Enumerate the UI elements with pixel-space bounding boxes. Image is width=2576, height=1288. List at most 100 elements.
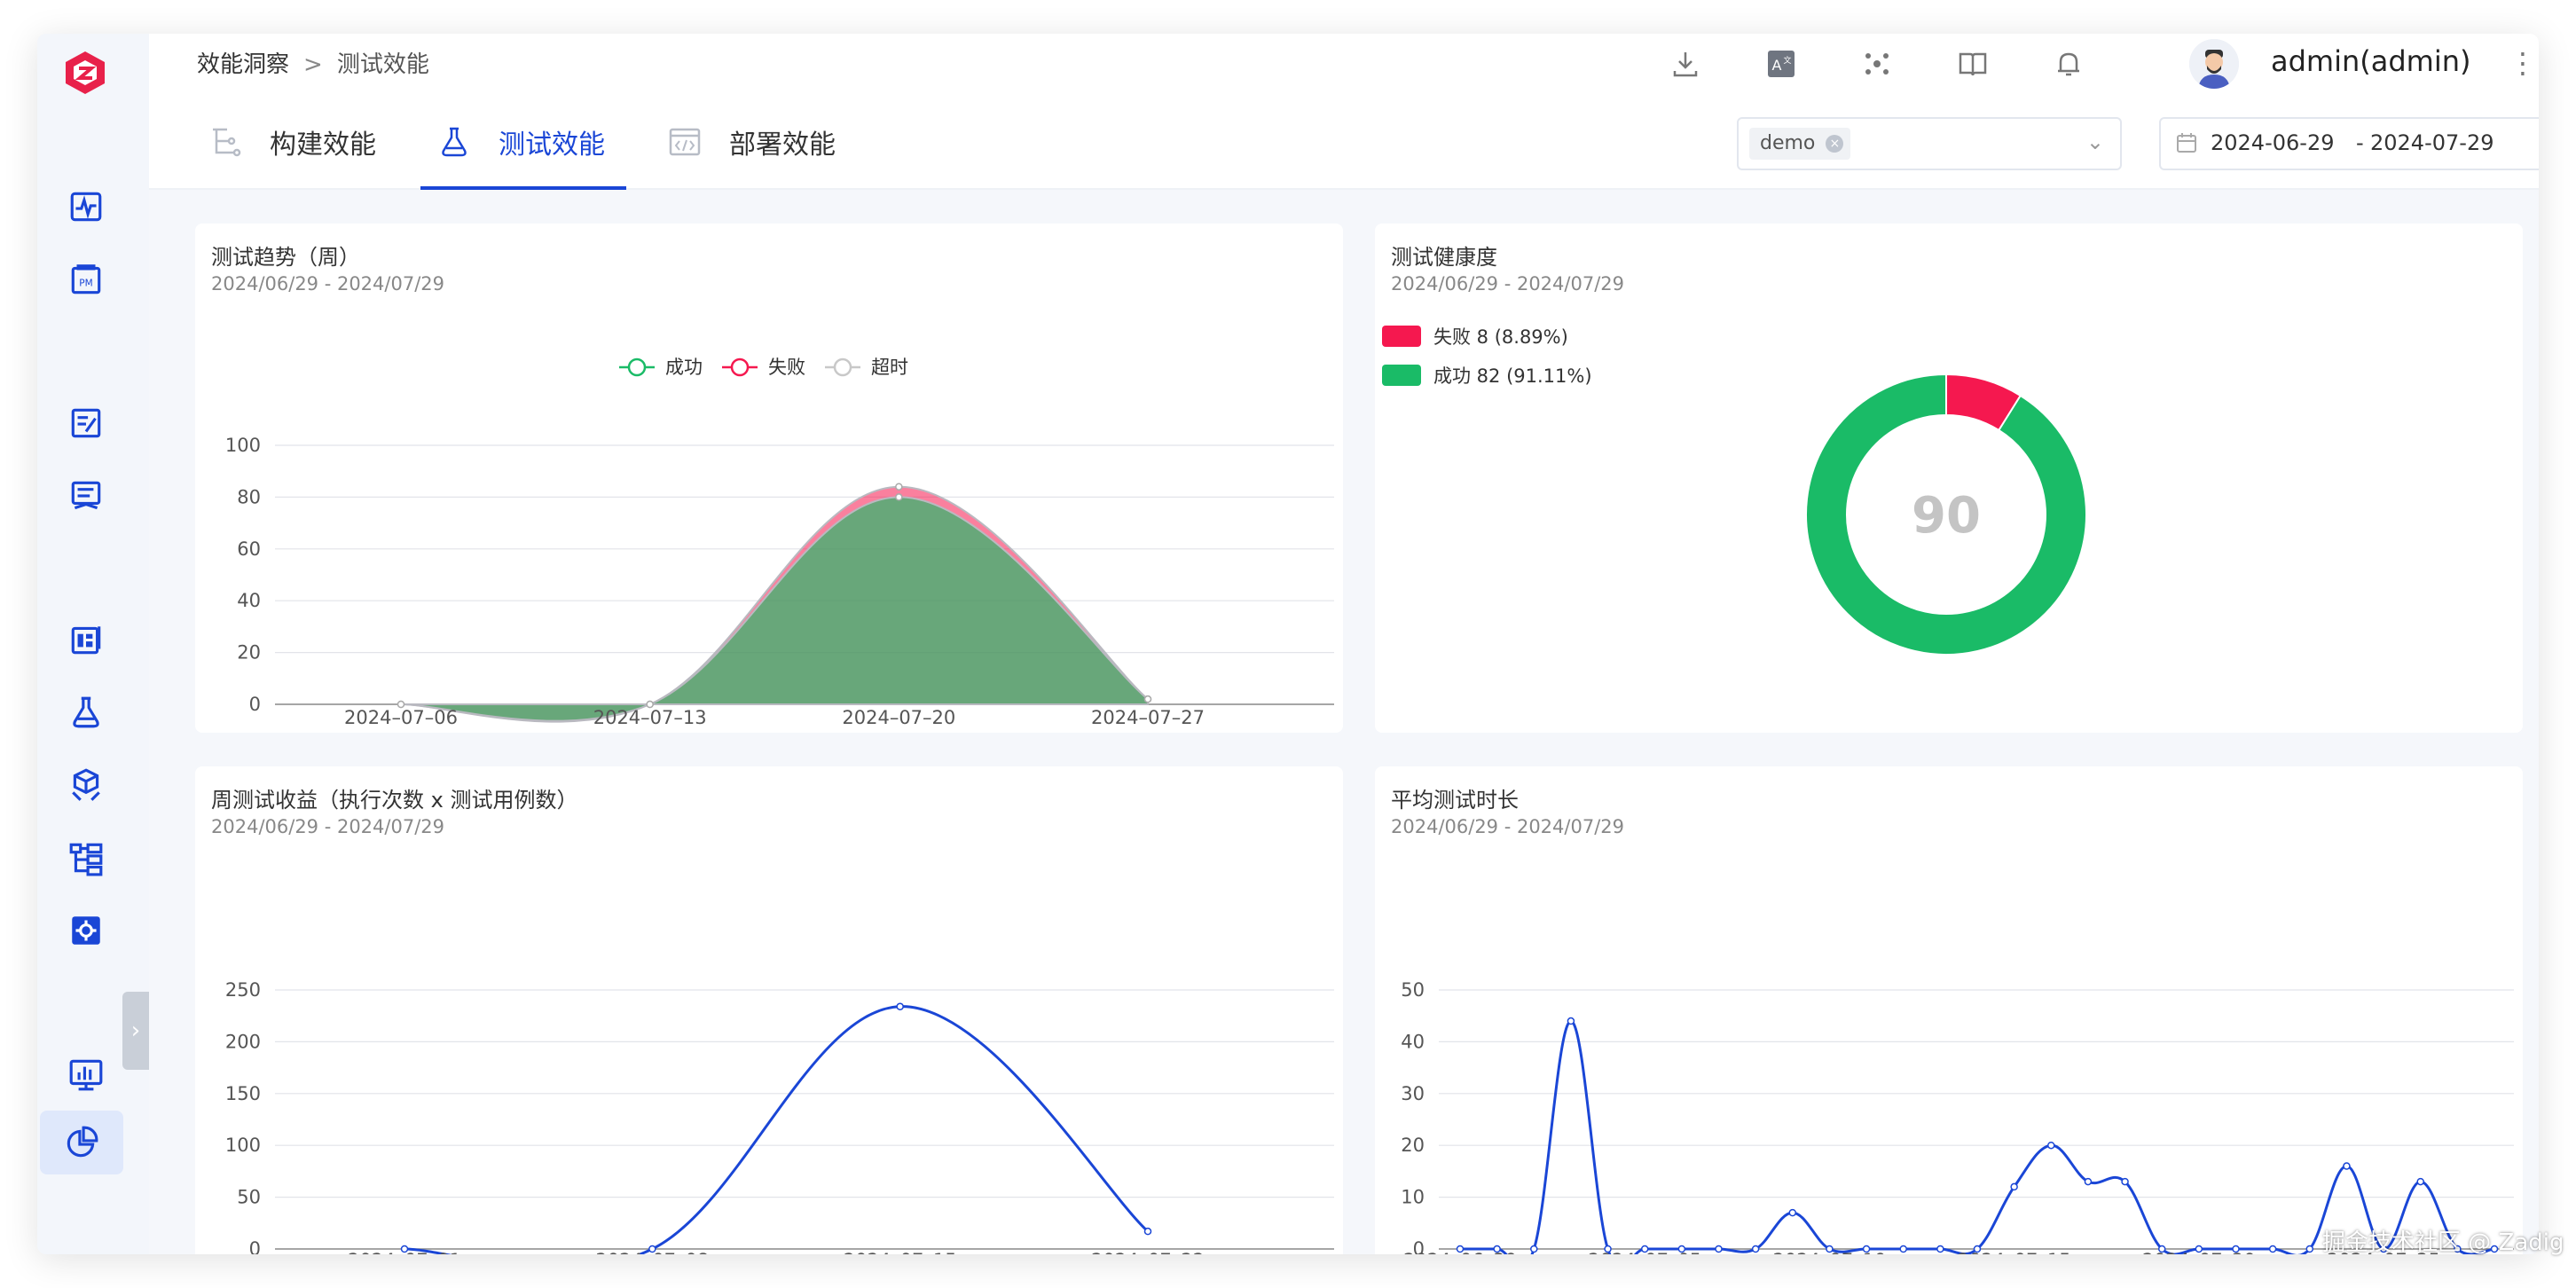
build-tree-icon — [213, 128, 241, 157]
y-tick-label: 50 — [1401, 979, 1425, 1001]
y-tick-label: 20 — [237, 642, 261, 664]
sidebar-settings-icon[interactable] — [62, 907, 110, 954]
avg-duration-card: 平均测试时长 2024/06/29 - 2024/07/29 0 10 20 30 40… — [1375, 766, 2523, 1254]
project-tag-label: demo — [1760, 132, 1816, 154]
avatar[interactable] — [2189, 39, 2239, 89]
download-icon[interactable] — [1666, 44, 1705, 83]
date-range-picker[interactable]: 2024-06-29 - 2024-07-29 — [2159, 117, 2539, 170]
test-benefit-card: 周测试收益（执行次数 x 测试用例数） 2024/06/29 - 2024/07… — [195, 766, 1343, 1254]
watermark: 掘金技术社区 @ Zadig — [2322, 1229, 2564, 1256]
test-trend-card: 测试趋势（周） 2024/06/29 - 2024/07/29 0 20 40 60 8… — [195, 224, 1343, 733]
x-tick-label: 2024–07–06 — [344, 707, 458, 728]
legend-label: 超时 — [871, 357, 908, 378]
x-tick-label: 2024–07–22 — [1091, 1250, 1205, 1254]
x-tick-label: 2024–07–20 — [2142, 1250, 2256, 1254]
y-tick-label: 80 — [237, 486, 261, 507]
translate-icon[interactable]: A文 — [1762, 44, 1801, 83]
date-end[interactable]: 2024-07-29 — [2370, 130, 2494, 155]
docs-book-icon[interactable] — [1953, 44, 1992, 83]
sidebar-expand-button[interactable]: › — [122, 992, 149, 1070]
avg-duration-chart: 010203040502024–06–30 2024–07–05 2024–07–1… — [1401, 979, 2514, 1254]
calendar-icon — [2177, 133, 2196, 153]
data-point — [2305, 1245, 2314, 1253]
username[interactable]: admin(admin) — [2271, 44, 2471, 78]
svg-text:A: A — [1772, 57, 1782, 74]
flask-icon — [442, 127, 467, 157]
x-tick-label: 2024–07–08 — [595, 1250, 709, 1254]
breadcrumb-root-link[interactable]: 效能洞察 — [197, 51, 289, 78]
legend-marker — [627, 357, 647, 377]
x-tick-label: 2024–07–01 — [348, 1250, 461, 1254]
data-point-success — [895, 493, 903, 501]
tab-deploy[interactable]: 部署效能 — [667, 110, 836, 174]
data-point — [2416, 1177, 2424, 1186]
chevron-down-icon[interactable]: ⌄ — [2086, 130, 2104, 154]
bell-icon[interactable] — [2049, 44, 2088, 83]
date-start[interactable]: 2024-06-29 — [2211, 130, 2334, 155]
legend-label: 成功 — [665, 357, 703, 378]
sidebar: PM › — [37, 34, 149, 1254]
data-point — [2121, 1177, 2129, 1186]
svg-text:PM: PM — [79, 278, 92, 288]
data-point — [1751, 1245, 1760, 1253]
data-point — [1530, 1245, 1538, 1253]
data-point — [2047, 1141, 2055, 1150]
sidebar-flask-icon[interactable] — [62, 688, 110, 736]
date-separator: - — [2356, 130, 2364, 155]
y-tick-label: 0 — [249, 694, 261, 715]
breadcrumb-separator: > — [303, 51, 323, 78]
zadig-logo[interactable] — [59, 46, 112, 99]
data-point-fail — [895, 483, 903, 491]
tab-test[interactable]: 测试效能 — [436, 110, 605, 174]
x-tick-label: 2024–07–10 — [1772, 1250, 1886, 1254]
sidebar-task-icon[interactable] — [62, 472, 110, 520]
data-point — [1936, 1245, 1944, 1253]
legend-marker — [730, 357, 750, 377]
y-tick-label: 50 — [237, 1187, 261, 1208]
breadcrumb: 效能洞察 > 测试效能 — [197, 46, 429, 79]
y-tick-label: 60 — [237, 538, 261, 560]
project-tag: demo × — [1749, 128, 1851, 160]
tab-active-indicator — [420, 186, 626, 190]
x-tick-label: 2024–07–27 — [1091, 707, 1205, 728]
y-tick-label: 100 — [225, 1135, 261, 1156]
tab-deploy-label: 部署效能 — [729, 130, 836, 161]
sidebar-flow-icon[interactable] — [62, 834, 110, 882]
test-health-card: 测试健康度 2024/06/29 - 2024/07/29 失败 8 (8.89… — [1375, 224, 2523, 733]
y-tick-label: 250 — [225, 979, 261, 1001]
sidebar-edit-doc-icon[interactable] — [62, 399, 110, 447]
data-point — [2343, 1162, 2351, 1170]
series-line — [404, 1005, 1150, 1254]
data-point — [1899, 1245, 1907, 1253]
y-tick-label: 30 — [1401, 1083, 1425, 1104]
sidebar-dashboard-icon[interactable] — [62, 616, 110, 664]
sidebar-pm-icon[interactable]: PM — [62, 255, 110, 303]
series-area-success — [400, 496, 1149, 722]
sidebar-package-icon[interactable] — [62, 761, 110, 809]
tag-close-icon[interactable]: × — [1826, 135, 1844, 153]
sidebar-monitor-icon[interactable] — [62, 183, 110, 231]
y-tick-label: 40 — [237, 590, 261, 611]
test-health-donut: 90 — [1805, 373, 2087, 656]
y-tick-label: 20 — [1401, 1135, 1425, 1156]
project-select[interactable]: demo × ⌄ — [1737, 117, 2122, 170]
cluster-icon[interactable] — [1857, 44, 1897, 83]
series-line — [1460, 1019, 2495, 1254]
sidebar-insight-pie-icon[interactable] — [40, 1111, 123, 1174]
y-tick-label: 0 — [249, 1238, 261, 1254]
tab-test-label: 测试效能 — [499, 130, 605, 161]
tab-build[interactable]: 构建效能 — [208, 110, 376, 174]
legend-label: 失败 — [768, 357, 805, 378]
data-point — [2084, 1177, 2093, 1186]
test-trend-chart: 0 20 40 60 80 100 2024–07–06 2024–07–13 2024–07–… — [225, 357, 1334, 728]
sidebar-chart-board-icon[interactable] — [62, 1050, 110, 1098]
more-options-icon[interactable]: ⋮ — [2509, 46, 2537, 80]
y-tick-label: 150 — [225, 1083, 261, 1104]
y-tick-label: 200 — [225, 1031, 261, 1052]
data-point — [1788, 1208, 1797, 1217]
app-window: PM › 效能洞察 > 测试效能 A 文 admin(admin) ⋮ 构建效能… — [37, 34, 2539, 1254]
x-tick-label: 2024–07–15 — [844, 1250, 957, 1254]
x-tick-label: 2024–07–20 — [842, 707, 955, 728]
data-point — [1715, 1245, 1723, 1253]
chevron-right-icon: › — [130, 1017, 141, 1044]
